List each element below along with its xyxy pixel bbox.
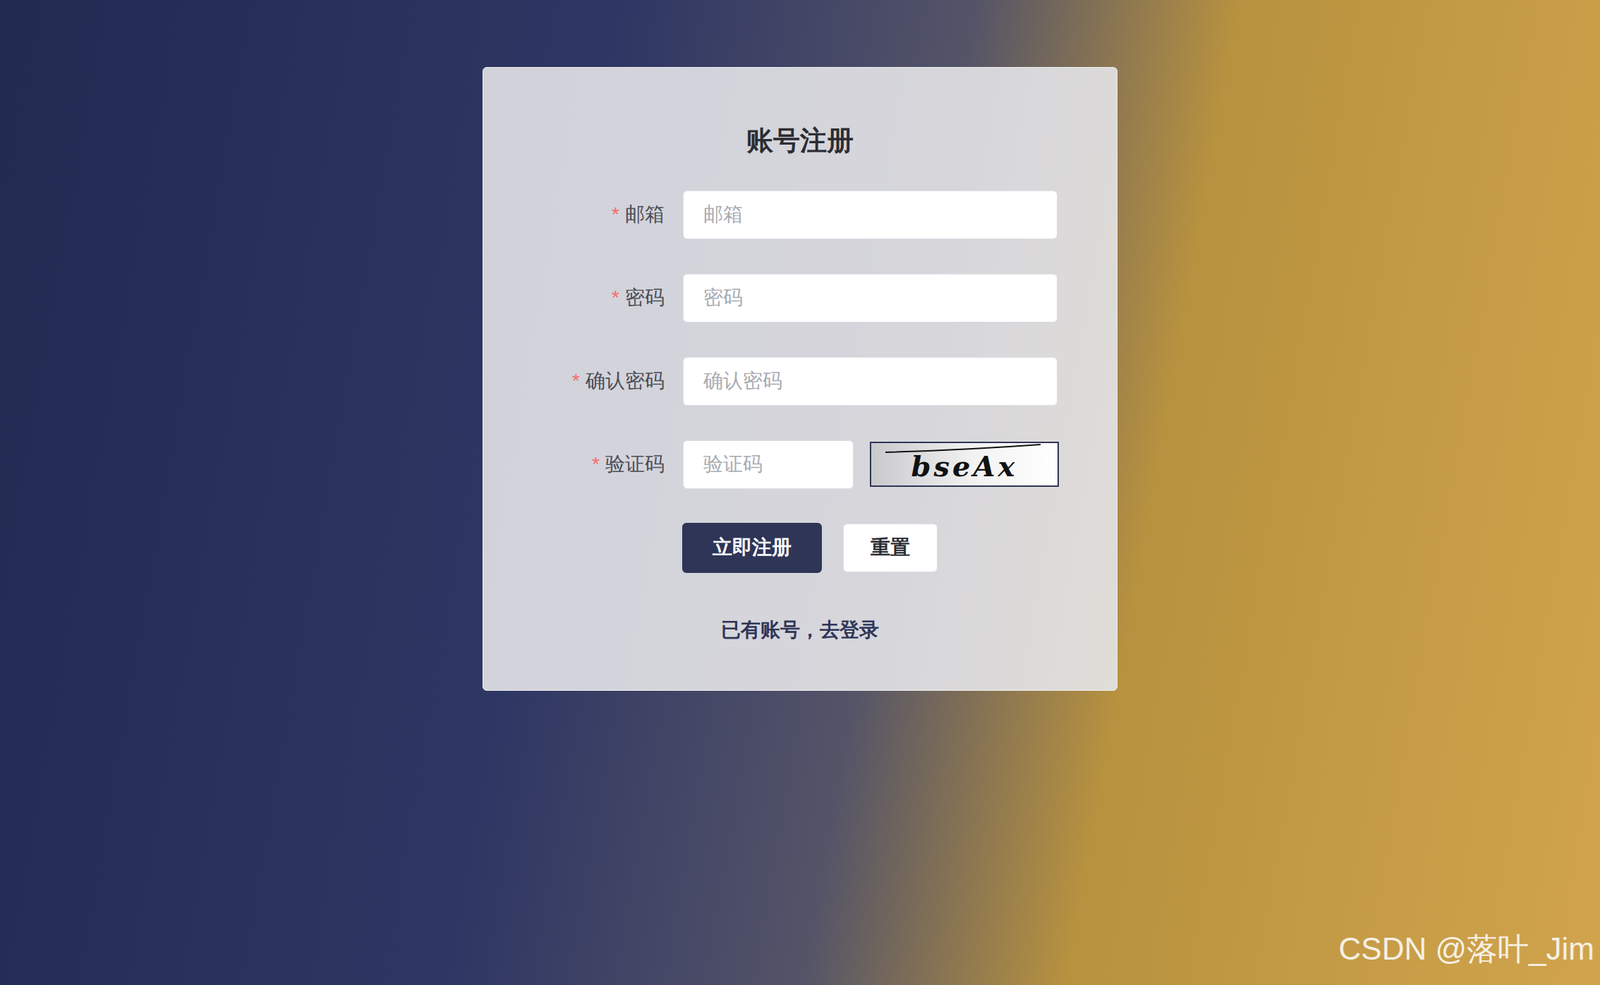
reset-button[interactable]: 重置 <box>843 523 938 573</box>
required-mark: * <box>611 203 620 226</box>
text-input[interactable] <box>682 273 1058 323</box>
captcha-text: bseAx <box>911 447 1018 481</box>
field-label: *确认密码 <box>525 366 665 396</box>
form-body: *邮箱 *密码 *确认密码 *验证码 bseAx 立即注册重置 <box>483 190 1117 573</box>
button-row: 立即注册重置 <box>525 522 1058 573</box>
text-input[interactable] <box>682 190 1058 240</box>
form-row: *密码 <box>525 273 1058 323</box>
login-link[interactable]: 已有账号，去登录 <box>483 615 1117 645</box>
text-input[interactable] <box>682 356 1058 406</box>
field-label: *密码 <box>525 282 665 313</box>
register-button[interactable]: 立即注册 <box>682 522 822 573</box>
register-card: 账号注册 *邮箱 *密码 *确认密码 *验证码 bseAx 立即注册重置已有账号，去登录 <box>482 67 1118 691</box>
captcha-noise-icon <box>871 443 1059 453</box>
required-mark: * <box>572 369 580 392</box>
page: 账号注册 *邮箱 *密码 *确认密码 *验证码 bseAx 立即注册重置已有账号，去登录 CS… <box>0 0 1600 985</box>
watermark: CSDN @落叶_Jim <box>1338 925 1595 973</box>
captcha-image[interactable]: bseAx <box>869 441 1059 487</box>
captcha-input[interactable] <box>682 440 854 489</box>
required-mark: * <box>591 452 600 475</box>
required-mark: * <box>611 286 620 309</box>
form-row: *邮箱 <box>525 190 1058 240</box>
form-row: *验证码 bseAx <box>525 440 1058 489</box>
form-title: 账号注册 <box>483 124 1117 159</box>
field-label: *邮箱 <box>525 199 665 230</box>
field-label: *验证码 <box>525 449 665 480</box>
form-row: *确认密码 <box>525 356 1058 406</box>
captcha-group: bseAx <box>682 440 1059 489</box>
